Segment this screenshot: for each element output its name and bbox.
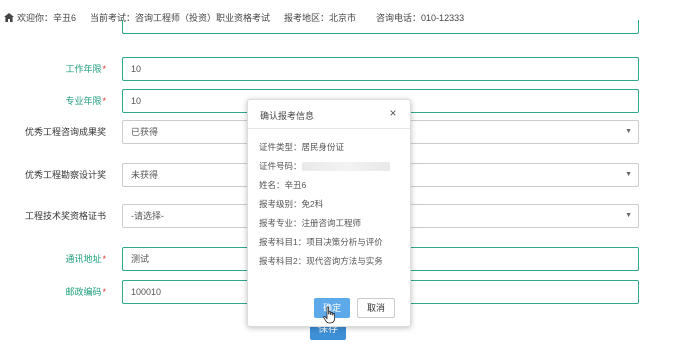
dialog-title: 确认报考信息 [260, 111, 315, 121]
subject2-line: 报考科目2：现代咨询方法与实务 [259, 256, 383, 266]
redacted-cert-number [301, 162, 390, 172]
major-line: 报考专业：注册咨询工程师 [259, 218, 362, 228]
dialog-header: 确认报考信息 × [248, 100, 410, 129]
cancel-button[interactable]: 取消 [357, 298, 395, 318]
close-icon[interactable]: × [386, 106, 400, 120]
subject1-line: 报考科目1：项目决策分析与评价 [259, 237, 383, 247]
cert-type-line: 证件类型：居民身份证 [259, 142, 345, 152]
cert-number-line: 证件号码： [259, 157, 404, 176]
hand-cursor-icon [323, 306, 335, 324]
name-line: 姓名：辛丑6 [259, 180, 307, 190]
dialog-body: 证件类型：居民身份证 证件号码： 姓名：辛丑6 报考级别：免2科 报考专业：注册… [259, 138, 404, 271]
level-line: 报考级别：免2科 [259, 199, 324, 209]
confirm-registration-dialog: 确认报考信息 × 证件类型：居民身份证 证件号码： 姓名：辛丑6 报考级别：免2… [247, 99, 411, 327]
